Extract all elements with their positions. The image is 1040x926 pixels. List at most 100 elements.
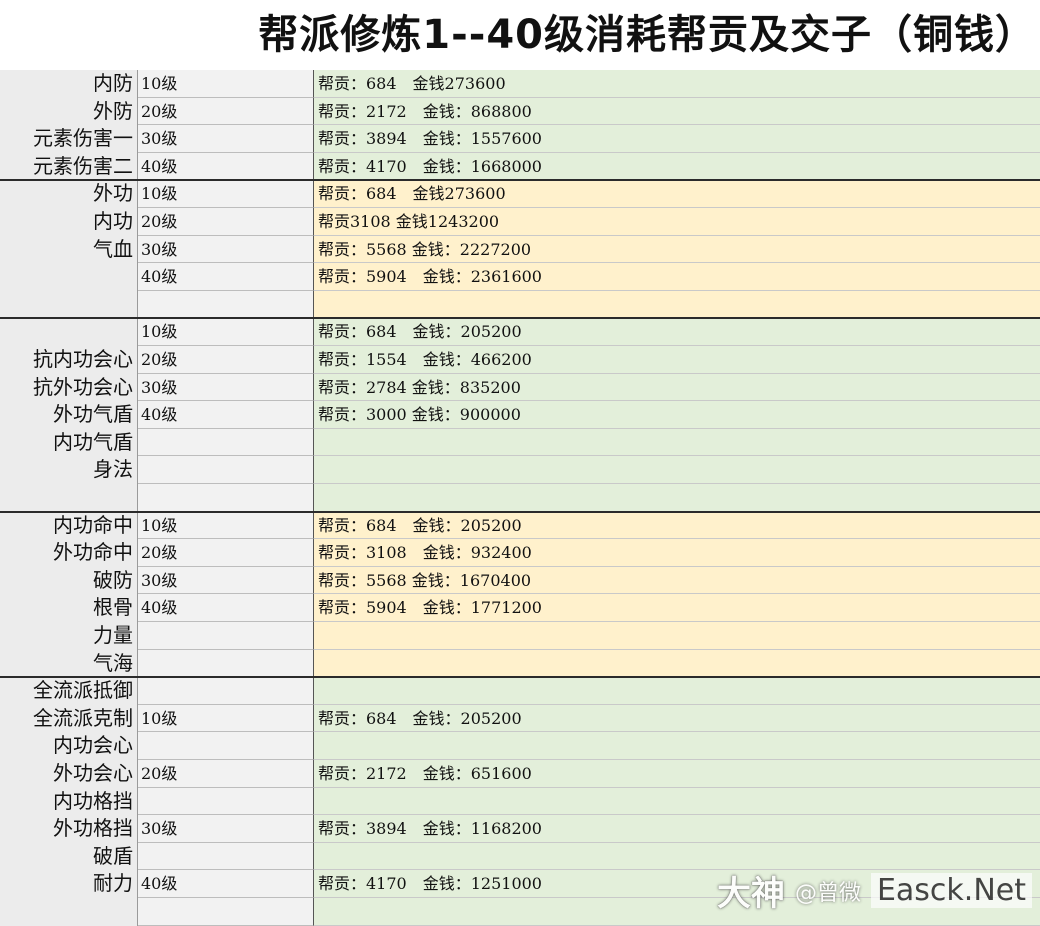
cost-cell: 帮贡：5568 金钱：1670400 [314,566,1040,595]
attribute-name-cell: 元素伤害二 [0,152,138,181]
level-cell [138,732,314,760]
attribute-name-cell: 根骨 [0,594,138,622]
watermark: 大神 @曾微 Easck.Net [717,866,1032,915]
attribute-name-cell: 力量 [0,622,138,650]
level-cell: 30级 [138,373,314,402]
attribute-name-cell: 气血 [0,235,138,264]
table-row: 40级 帮贡：5904 金钱：2361600 [0,263,1040,291]
level-cell: 30级 [138,566,314,595]
cost-cell [314,677,1040,705]
level-cell: 20级 [138,208,314,236]
table-row: 外功气盾 40级 帮贡：3000 金钱：900000 [0,401,1040,429]
table-row: 内功命中 10级 帮贡：684 金钱：205200 [0,511,1040,540]
table-row: 抗内功会心 20级 帮贡：1554 金钱：466200 [0,346,1040,374]
attribute-name-cell [0,318,138,346]
attribute-name-cell: 内功会心 [0,732,138,760]
cost-cell: 帮贡：684 金钱：205200 [314,318,1040,346]
watermark-site: Easck.Net [870,873,1032,908]
level-cell: 20级 [138,346,314,374]
attribute-name-cell: 全流派抵御 [0,677,138,705]
cost-cell: 帮贡：3894 金钱：1168200 [314,815,1040,843]
cost-cell [314,787,1040,816]
level-cell [138,622,314,650]
cost-cell: 帮贡：684 金钱：205200 [314,704,1040,733]
attribute-name-cell: 身法 [0,456,138,484]
table-row: 外功 10级 帮贡：684 金钱273600 [0,180,1040,208]
level-cell [138,787,314,816]
level-cell: 20级 [138,97,314,126]
attribute-name-cell: 内功格挡 [0,787,138,816]
level-cell: 20级 [138,539,314,567]
cost-cell [314,622,1040,650]
cost-cell: 帮贡：1554 金钱：466200 [314,346,1040,374]
table-row: 根骨 40级 帮贡：5904 金钱：1771200 [0,594,1040,622]
table-row: 10级 帮贡：684 金钱：205200 [0,318,1040,346]
table-row: 抗外功会心 30级 帮贡：2784 金钱：835200 [0,373,1040,402]
cost-cell: 帮贡：3894 金钱：1557600 [314,125,1040,153]
table-row: 内功会心 [0,732,1040,760]
cost-table: 内防 10级 帮贡：684 金钱273600 外防 20级 帮贡：2172 金钱：8688… [0,70,1040,926]
attribute-name-cell: 内功气盾 [0,428,138,457]
table-row: 全流派克制 10级 帮贡：684 金钱：205200 [0,704,1040,733]
cost-cell [314,428,1040,457]
cost-cell: 帮贡：684 金钱：205200 [314,511,1040,540]
attribute-name-cell [0,898,138,926]
attribute-name-cell: 外功 [0,180,138,208]
cost-cell: 帮贡：3000 金钱：900000 [314,401,1040,429]
attribute-name-cell: 抗内功会心 [0,346,138,374]
cost-cell: 帮贡：684 金钱273600 [314,70,1040,98]
level-cell: 10级 [138,70,314,98]
attribute-name-cell: 破防 [0,566,138,595]
table-row: 力量 [0,622,1040,650]
level-cell [138,484,314,512]
level-cell: 40级 [138,401,314,429]
table-row: 元素伤害一 30级 帮贡：3894 金钱：1557600 [0,125,1040,153]
level-cell [138,898,314,926]
cost-cell: 帮贡：5904 金钱：2361600 [314,263,1040,291]
level-cell: 30级 [138,125,314,153]
cost-cell: 帮贡：684 金钱273600 [314,180,1040,208]
level-cell: 10级 [138,180,314,208]
table-row: 全流派抵御 [0,677,1040,705]
level-cell [138,842,314,871]
cost-cell: 帮贡：5568 金钱：2227200 [314,235,1040,264]
attribute-name-cell: 外防 [0,97,138,126]
level-cell: 40级 [138,263,314,291]
table-row: 气海 [0,649,1040,678]
level-cell: 10级 [138,511,314,540]
cost-cell: 帮贡3108 金钱1243200 [314,208,1040,236]
table-row: 内功 20级 帮贡3108 金钱1243200 [0,208,1040,236]
cost-cell [314,456,1040,484]
cost-cell [314,649,1040,678]
level-cell [138,649,314,678]
table-row: 内功气盾 [0,428,1040,457]
attribute-name-cell: 外功命中 [0,539,138,567]
table-row: 元素伤害二 40级 帮贡：4170 金钱：1668000 [0,152,1040,181]
page-title: 帮派修炼1--40级消耗帮贡及交子（铜钱） [258,12,1036,58]
attribute-name-cell: 外功气盾 [0,401,138,429]
table-row: 破防 30级 帮贡：5568 金钱：1670400 [0,566,1040,595]
table-row: 内功格挡 [0,787,1040,816]
cost-cell [314,732,1040,760]
table-row [0,484,1040,512]
level-cell [138,456,314,484]
cost-cell: 帮贡：5904 金钱：1771200 [314,594,1040,622]
attribute-name-cell: 气海 [0,649,138,678]
table-row: 内防 10级 帮贡：684 金钱273600 [0,70,1040,98]
attribute-name-cell: 全流派克制 [0,704,138,733]
attribute-name-cell: 外功格挡 [0,815,138,843]
table-row: 外功会心 20级 帮贡：2172 金钱：651600 [0,760,1040,788]
attribute-name-cell [0,263,138,291]
cost-cell [314,484,1040,512]
attribute-name-cell [0,290,138,319]
table-row: 身法 [0,456,1040,484]
table-row: 外功格挡 30级 帮贡：3894 金钱：1168200 [0,815,1040,843]
cost-cell [314,290,1040,319]
watermark-user: @曾微 [794,880,861,906]
table-row: 气血 30级 帮贡：5568 金钱：2227200 [0,235,1040,264]
group-separator [0,676,1040,679]
level-cell: 10级 [138,704,314,733]
attribute-name-cell [0,484,138,512]
level-cell: 20级 [138,760,314,788]
table-row [0,290,1040,319]
